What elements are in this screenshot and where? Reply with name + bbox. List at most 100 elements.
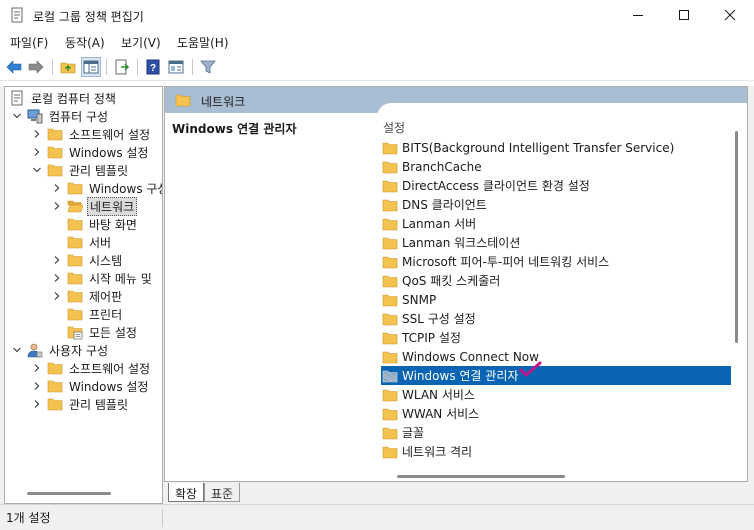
list-item[interactable]: 글꼴 xyxy=(381,423,731,442)
tree-item-windows-components[interactable]: Windows 구성 xyxy=(51,179,163,197)
tree-item-label: 시작 메뉴 및 xyxy=(89,271,152,286)
properties-button[interactable] xyxy=(166,57,186,77)
tree-item-server[interactable]: 서버 xyxy=(67,233,113,251)
export-list-button[interactable] xyxy=(112,57,132,77)
chevron-down-icon[interactable] xyxy=(31,161,43,179)
folder-icon xyxy=(67,218,83,231)
tree-item-control-panel[interactable]: 제어판 xyxy=(51,287,124,305)
tree-item-label: Windows 구성 xyxy=(89,181,163,196)
chevron-right-icon[interactable] xyxy=(31,395,43,413)
menu-action[interactable]: 동작(A) xyxy=(65,34,105,51)
minimize-button[interactable] xyxy=(615,0,661,31)
settings-list[interactable]: 설정 BITS(Background Intelligent Transfer … xyxy=(377,103,747,481)
chevron-right-icon[interactable] xyxy=(51,179,63,197)
filter-button[interactable] xyxy=(198,57,218,77)
policy-icon xyxy=(11,90,23,106)
chevron-right-icon[interactable] xyxy=(51,287,63,305)
tree-item-user-software-settings[interactable]: 소프트웨어 설정 xyxy=(31,359,152,377)
list-item[interactable]: WLAN 서비스 xyxy=(381,385,731,404)
tree-item-label: 소프트웨어 설정 xyxy=(69,127,151,142)
tree-item-user-admin-templates[interactable]: 관리 템플릿 xyxy=(31,395,130,413)
close-button[interactable] xyxy=(707,0,753,31)
tree-item-user-config[interactable]: 사용자 구성 xyxy=(11,341,110,359)
list-item[interactable]: WWAN 서비스 xyxy=(381,404,731,423)
tree-item-user-windows-settings[interactable]: Windows 설정 xyxy=(31,377,150,395)
toolbar-separator xyxy=(137,59,138,75)
chevron-right-icon[interactable] xyxy=(31,377,43,395)
show-hide-tree-button[interactable] xyxy=(81,57,101,77)
forward-button[interactable] xyxy=(26,57,46,77)
svg-text:?: ? xyxy=(150,63,156,74)
list-item[interactable]: SSL 구성 설정 xyxy=(381,309,731,328)
list-item[interactable]: DNS 클라이언트 xyxy=(381,195,731,214)
back-button[interactable] xyxy=(4,57,24,77)
list-item-label: BITS(Background Intelligent Transfer Ser… xyxy=(402,140,675,155)
list-item-label: Lanman 서버 xyxy=(402,217,477,231)
tree-item-admin-templates[interactable]: 관리 템플릿 xyxy=(31,161,130,179)
chevron-right-icon[interactable] xyxy=(51,251,63,269)
menu-view[interactable]: 보기(V) xyxy=(121,34,161,51)
tree-item-label: 모든 설정 xyxy=(89,325,137,340)
list-item[interactable]: QoS 패킷 스케줄러 xyxy=(381,271,731,290)
list-item[interactable]: 네트워크 격리 xyxy=(381,442,731,461)
chevron-right-icon[interactable] xyxy=(31,359,43,377)
close-icon xyxy=(724,9,736,21)
tree-item-system[interactable]: 시스템 xyxy=(51,251,124,269)
column-header-setting[interactable]: 설정 xyxy=(383,119,405,136)
tree-item-computer-config[interactable]: 컴퓨터 구성 xyxy=(11,107,110,125)
tree-item-local-computer-policy[interactable]: 로컬 컴퓨터 정책 xyxy=(9,89,118,107)
list-item[interactable]: Windows Connect Now xyxy=(381,347,731,366)
folder-icon xyxy=(67,182,83,195)
list-item[interactable]: BranchCache xyxy=(381,157,731,176)
tab-extended[interactable]: 확장 xyxy=(168,483,205,502)
list-item[interactable]: Lanman 서버 xyxy=(381,214,731,233)
tree-pane[interactable]: 로컬 컴퓨터 정책 컴퓨터 구성 소프트웨어 설정 Windows 설정 관리 … xyxy=(4,86,163,504)
list-item[interactable]: Lanman 워크스테이션 xyxy=(381,233,731,252)
tree-item-windows-settings[interactable]: Windows 설정 xyxy=(31,143,150,161)
list-item[interactable]: DirectAccess 클라이언트 환경 설정 xyxy=(381,176,731,195)
list-item-selected[interactable]: Windows 연결 관리자 xyxy=(381,366,731,385)
selected-folder-icon xyxy=(382,370,398,382)
chevron-down-icon[interactable] xyxy=(11,341,23,359)
view-tabs: 확장 표준 xyxy=(164,483,364,503)
chevron-right-icon[interactable] xyxy=(31,125,43,143)
menu-help[interactable]: 도움말(H) xyxy=(177,34,229,51)
list-item[interactable]: BITS(Background Intelligent Transfer Ser… xyxy=(381,138,731,157)
tree-horizontal-scrollbar[interactable] xyxy=(27,492,111,495)
folder-icon xyxy=(47,380,63,393)
folder-icon xyxy=(382,446,398,458)
back-arrow-icon xyxy=(6,60,22,74)
vertical-scrollbar[interactable] xyxy=(735,131,738,343)
folder-icon xyxy=(382,180,398,192)
list-item[interactable]: TCPIP 설정 xyxy=(381,328,731,347)
folder-icon xyxy=(47,398,63,411)
folder-icon xyxy=(67,254,83,267)
tree-item-start-menu[interactable]: 시작 메뉴 및 xyxy=(51,269,154,287)
list-item[interactable]: SNMP xyxy=(381,290,731,309)
maximize-button[interactable] xyxy=(661,0,707,31)
up-one-level-button[interactable] xyxy=(58,57,78,77)
tree-item-desktop[interactable]: 바탕 화면 xyxy=(67,215,139,233)
chevron-right-icon[interactable] xyxy=(51,197,63,215)
list-item[interactable]: Microsoft 피어-투-피어 네트워킹 서비스 xyxy=(381,252,731,271)
tree-item-label: 관리 템플릿 xyxy=(69,163,129,178)
horizontal-scrollbar[interactable] xyxy=(397,475,565,478)
tree-item-software-settings[interactable]: 소프트웨어 설정 xyxy=(31,125,152,143)
chevron-right-icon[interactable] xyxy=(31,143,43,161)
list-item-label: WLAN 서비스 xyxy=(402,388,475,402)
chevron-right-icon[interactable] xyxy=(51,269,63,287)
folder-icon xyxy=(382,199,398,211)
tree-item-all-settings[interactable]: 모든 설정 xyxy=(67,323,139,341)
list-item-label: BranchCache xyxy=(402,159,482,174)
menu-file[interactable]: 파일(F) xyxy=(10,34,48,51)
export-list-icon xyxy=(115,59,130,75)
help-button[interactable]: ? xyxy=(143,57,163,77)
list-item-label: Lanman 워크스테이션 xyxy=(402,236,521,250)
chevron-down-icon[interactable] xyxy=(11,107,23,125)
tree-item-printers[interactable]: 프린터 xyxy=(67,305,124,323)
folder-icon xyxy=(382,389,398,401)
tree-item-network[interactable]: 네트워크 xyxy=(51,196,138,216)
description-title: Windows 연결 관리자 xyxy=(172,122,297,136)
tab-standard[interactable]: 표준 xyxy=(204,483,241,502)
tree-item-label: 사용자 구성 xyxy=(49,343,109,358)
